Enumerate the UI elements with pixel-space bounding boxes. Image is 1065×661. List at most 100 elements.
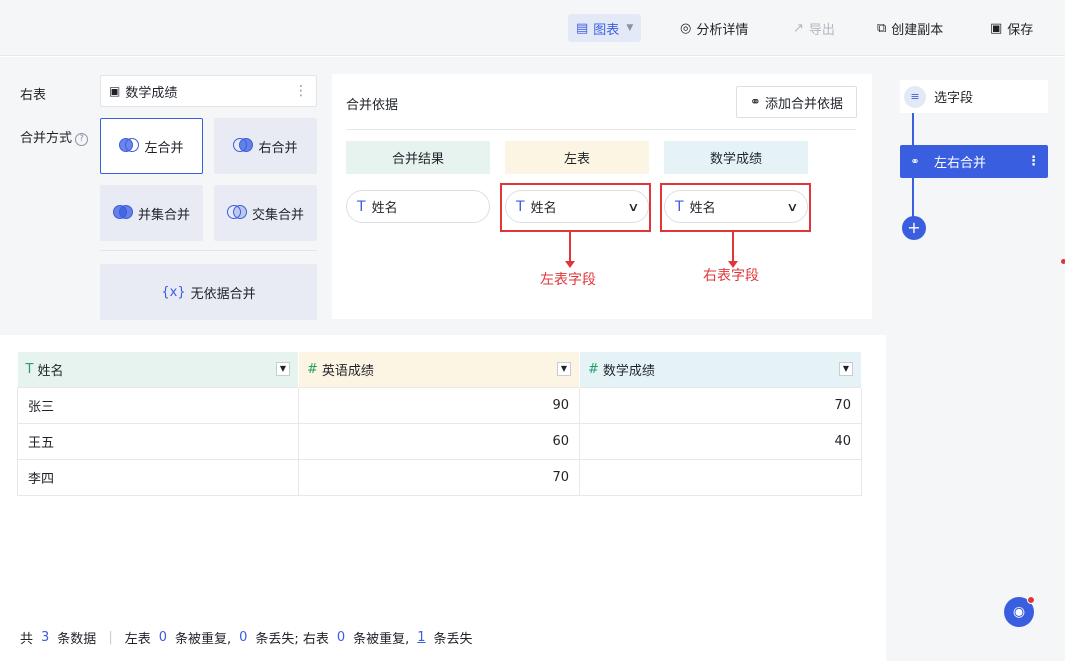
chart-button[interactable]: ▤ 图表 ▼ (568, 14, 642, 42)
table-cell: 40 (579, 422, 862, 460)
column-header-name[interactable]: T 姓名 ▼ (17, 352, 299, 387)
create-copy-button[interactable]: ⧉ 创建副本 (877, 14, 943, 42)
dup-unit: 条被重复, (175, 632, 232, 647)
union-icon (112, 205, 133, 221)
right-field-annotation: 右表字段 (703, 268, 759, 284)
column-header-label: 数学成绩 (602, 363, 655, 379)
export-icon: ↗ (793, 20, 804, 36)
analysis-detail-label: 分析详情 (696, 22, 749, 38)
right-lost-count[interactable]: 1 (417, 630, 425, 645)
union-merge-label: 并集合并 (137, 207, 190, 223)
table-cell: 70 (298, 458, 580, 496)
merge-mode-label: 合并方式? (20, 127, 89, 146)
column-header-math[interactable]: # 数学成绩 ▼ (579, 352, 862, 387)
more-vertical-icon[interactable]: ⋮ (1027, 154, 1040, 169)
top-toolbar: ▤ 图表 ▼ ◎ 分析详情 ↗ 导出 ⧉ 创建副本 ▣ 保存 (0, 0, 1065, 56)
caret-down-icon: ▼ (626, 23, 634, 33)
lost-unit: 条丢失; (255, 632, 299, 647)
flow-step-label: 选字段 (934, 91, 974, 106)
table-cell: 60 (298, 422, 580, 460)
select-fields-icon: ≡ (904, 85, 926, 108)
dropdown-icon[interactable]: ▼ (276, 362, 290, 377)
left-table-summary-label: 左表 (124, 632, 151, 647)
dataset-icon: ▣ (109, 84, 121, 98)
table-row: 李四 70 (17, 458, 862, 496)
merge-basis-panel: 合并依据 ⚭ 添加合并依据 合并结果 左表 数学成绩 T 姓名 T 姓名 ∨ T… (332, 74, 872, 319)
dup-unit: 条被重复, (353, 632, 410, 647)
flow-step-left-right-merge[interactable]: ⚭ 左右合并 ⋮ (900, 145, 1048, 178)
right-table-header: 数学成绩 (664, 141, 808, 174)
summary-prefix: 共 (20, 632, 34, 647)
help-icon[interactable]: ? (75, 133, 89, 146)
right-dup-count: 0 (336, 630, 346, 645)
left-dup-count: 0 (158, 630, 167, 645)
analysis-detail-button[interactable]: ◎ 分析详情 (680, 14, 748, 42)
lost-unit: 条丢失 (433, 632, 473, 647)
chart-button-label: 图表 (593, 22, 620, 38)
data-preview-table: T 姓名 ▼ # 英语成绩 ▼ # 数学成绩 ▼ 张三 90 70 王五 60 … (17, 352, 862, 496)
dropdown-icon[interactable]: ▼ (839, 362, 853, 377)
data-summary: 共 3 条数据 | 左表 0 条被重复, 0 条丢失; 右表 0 条被重复, 1… (20, 628, 473, 647)
table-cell: 王五 (17, 422, 299, 460)
arrow-down-icon (728, 232, 738, 268)
no-basis-merge-button[interactable]: {x} 无依据合并 (100, 264, 317, 320)
export-label: 导出 (808, 22, 835, 38)
headset-icon: ◉ (1012, 604, 1026, 620)
column-header-label: 姓名 (37, 363, 64, 379)
table-cell: 90 (298, 386, 580, 424)
intersection-merge-label: 交集合并 (251, 207, 304, 223)
left-merge-button[interactable]: 左合并 (100, 118, 203, 174)
flow-step-label: 左右合并 (934, 156, 987, 171)
right-table-select[interactable]: ▣ 数学成绩 ⋮ (100, 75, 317, 107)
save-button[interactable]: ▣ 保存 (990, 14, 1033, 42)
divider: | (108, 630, 113, 645)
right-field-highlight (660, 183, 811, 232)
summary-unit: 条数据 (57, 632, 97, 647)
dropdown-icon[interactable]: ▼ (557, 362, 571, 377)
export-button[interactable]: ↗ 导出 (793, 14, 835, 42)
intersection-merge-button[interactable]: 交集合并 (214, 185, 317, 241)
total-count: 3 (41, 630, 50, 645)
right-join-icon (233, 138, 254, 154)
column-header-english[interactable]: # 英语成绩 ▼ (298, 352, 580, 387)
add-merge-basis-button[interactable]: ⚭ 添加合并依据 (736, 86, 857, 118)
right-table-value: 数学成绩 (125, 85, 178, 101)
copy-icon: ⧉ (877, 20, 887, 36)
divider (100, 250, 317, 251)
merge-icon: ⚭ (904, 150, 926, 173)
intersection-icon (226, 205, 247, 221)
left-lost-count: 0 (239, 630, 248, 645)
help-assistant-button[interactable]: ◉ (1004, 596, 1035, 627)
merge-basis-title: 合并依据 (346, 98, 399, 113)
add-step-button[interactable]: + (902, 216, 926, 240)
merge-result-field[interactable]: T 姓名 (346, 190, 490, 223)
create-copy-label: 创建副本 (891, 22, 944, 38)
analysis-icon: ◎ (680, 20, 692, 36)
union-merge-button[interactable]: 并集合并 (100, 185, 203, 241)
left-join-icon (119, 138, 140, 154)
divider (346, 129, 856, 130)
table-row: 张三 90 70 (17, 386, 862, 424)
text-type-icon: T (357, 198, 366, 215)
flow-step-select-fields[interactable]: ≡ 选字段 (900, 80, 1048, 113)
arrow-down-icon (565, 232, 575, 268)
merge-result-header: 合并结果 (346, 141, 490, 174)
save-label: 保存 (1007, 22, 1034, 38)
number-type-icon: # (588, 361, 599, 377)
variable-icon: {x} (161, 284, 186, 300)
right-merge-button[interactable]: 右合并 (214, 118, 317, 174)
add-merge-basis-label: 添加合并依据 (764, 96, 843, 112)
more-vertical-icon[interactable]: ⋮ (294, 83, 308, 99)
merge-result-field-label: 姓名 (371, 201, 398, 216)
right-table-label: 右表 (20, 88, 47, 103)
column-header-label: 英语成绩 (321, 363, 374, 379)
indicator-dot (1061, 259, 1065, 264)
table-cell: 张三 (17, 386, 299, 424)
left-merge-label: 左合并 (144, 140, 184, 156)
chart-icon: ▤ (576, 20, 589, 36)
notification-badge (1027, 596, 1035, 604)
right-table-summary-label: 右表 (302, 632, 329, 647)
no-basis-merge-label: 无依据合并 (190, 286, 256, 302)
right-merge-label: 右合并 (258, 140, 298, 156)
table-row: 王五 60 40 (17, 422, 862, 460)
